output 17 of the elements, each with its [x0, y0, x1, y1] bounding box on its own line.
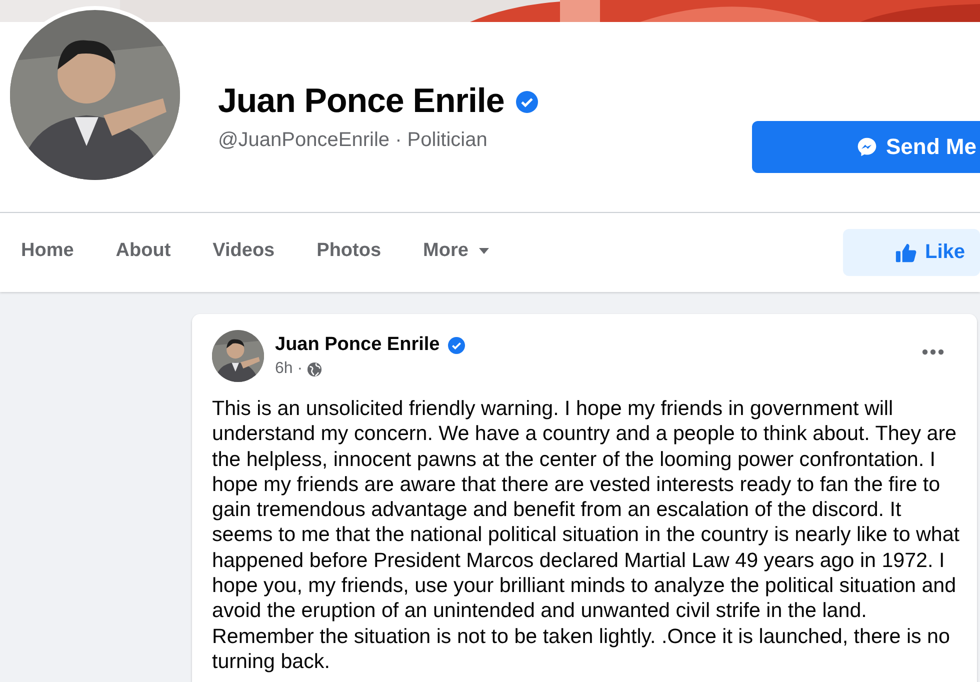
- post-author[interactable]: Juan Ponce Enrile: [275, 334, 440, 356]
- like-button[interactable]: Like: [843, 229, 980, 276]
- post-text: This is an unsolicited friendly warning. I hope my friends in government will understand my concern. We have a country and a people to think about. They are the helpless, innocent pawns at the center of the looming power confrontation. I hope my friends are aware that there are vested interests ready to fan the fire to gain tremendous advantage and benefit from an escalation of the discord. It seems to me that the national political situation in the country is nearly like to what happened before President Marcos declared Martial Law 49 years ago in 1972. I hope you, my friends, use your brilliant minds to analyze the political situation and avoid the eruption of an unintended and unwanted civil strife in the land. Remember the situation is not to be taken lightly. .Once it is launched, there is no turning back.: [212, 396, 960, 674]
- nav-tab[interactable]: About: [94, 230, 192, 275]
- author-avatar[interactable]: [212, 330, 264, 382]
- nav-tab[interactable]: More: [402, 230, 512, 275]
- more-options-icon[interactable]: [921, 348, 945, 356]
- messenger-icon: [856, 136, 878, 158]
- globe-icon: [306, 362, 322, 376]
- nav-tab[interactable]: Home: [0, 230, 95, 275]
- nav-tab[interactable]: Photos: [296, 230, 402, 275]
- thumbs-up-icon: [895, 242, 917, 264]
- page-handle: @JuanPonceEnrile · Politician: [218, 129, 488, 152]
- page-name: Juan Ponce Enrile: [218, 82, 504, 121]
- nav-tab[interactable]: Videos: [192, 230, 296, 275]
- send-message-button[interactable]: Send Me: [752, 121, 980, 173]
- post-time[interactable]: 6h ·: [275, 360, 303, 378]
